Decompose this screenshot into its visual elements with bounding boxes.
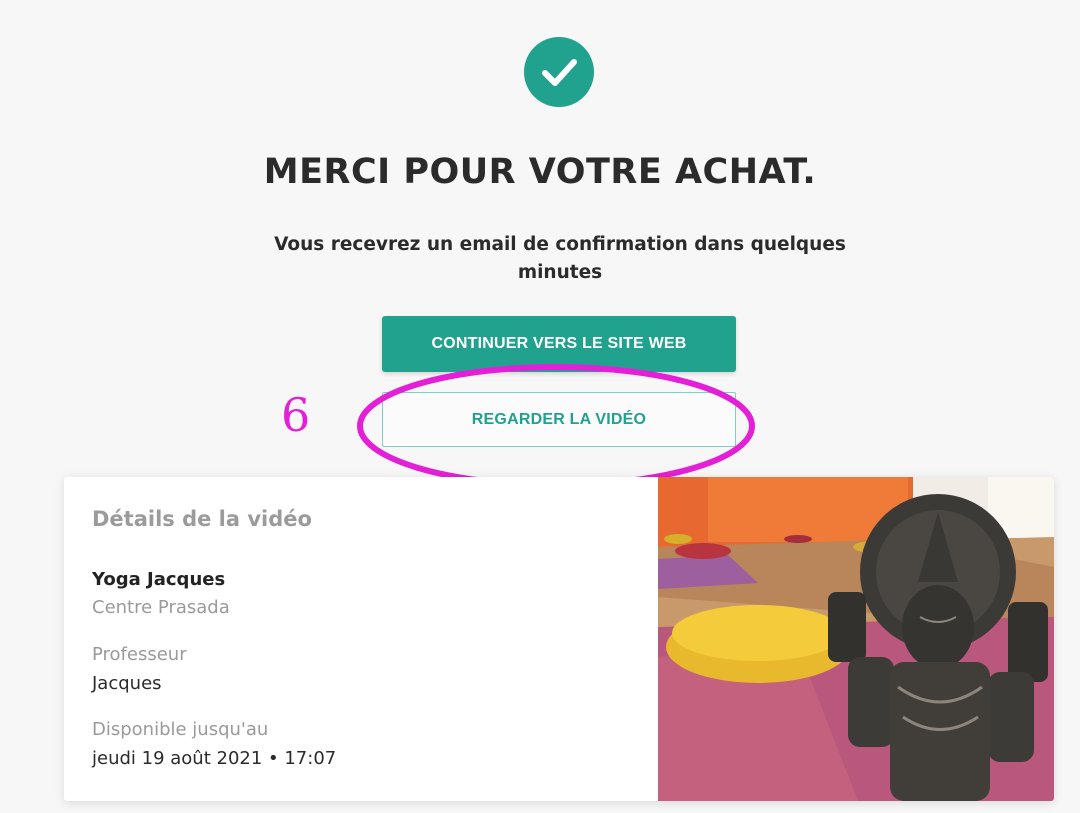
annotation-step-number: 6 [281, 388, 311, 442]
watch-video-button[interactable]: REGARDER LA VIDÉO [382, 392, 736, 447]
page-title: MERCI POUR VOTRE ACHAT. [263, 152, 817, 192]
video-name: Yoga Jacques [92, 569, 226, 590]
teacher-label: Professeur [92, 644, 187, 665]
video-details-card: Détails de la vidéo Yoga Jacques Centre … [64, 477, 1054, 801]
available-until-value: jeudi 19 août 2021 • 17:07 [92, 748, 337, 769]
purchase-confirmation-page: MERCI POUR VOTRE ACHAT. Vous recevrez un… [0, 0, 1080, 813]
video-center: Centre Prasada [92, 597, 230, 618]
video-details-heading: Détails de la vidéo [92, 507, 312, 531]
teacher-value: Jacques [92, 673, 162, 694]
confirmation-message: Vous recevrez un email de confirmation d… [274, 234, 846, 283]
video-details-info: Détails de la vidéo Yoga Jacques Centre … [64, 477, 658, 801]
available-until-label: Disponible jusqu'au [92, 719, 269, 740]
continue-to-website-button[interactable]: CONTINUER VERS LE SITE WEB [382, 316, 736, 372]
check-circle-icon [524, 37, 594, 107]
video-thumbnail-image [658, 477, 1054, 801]
